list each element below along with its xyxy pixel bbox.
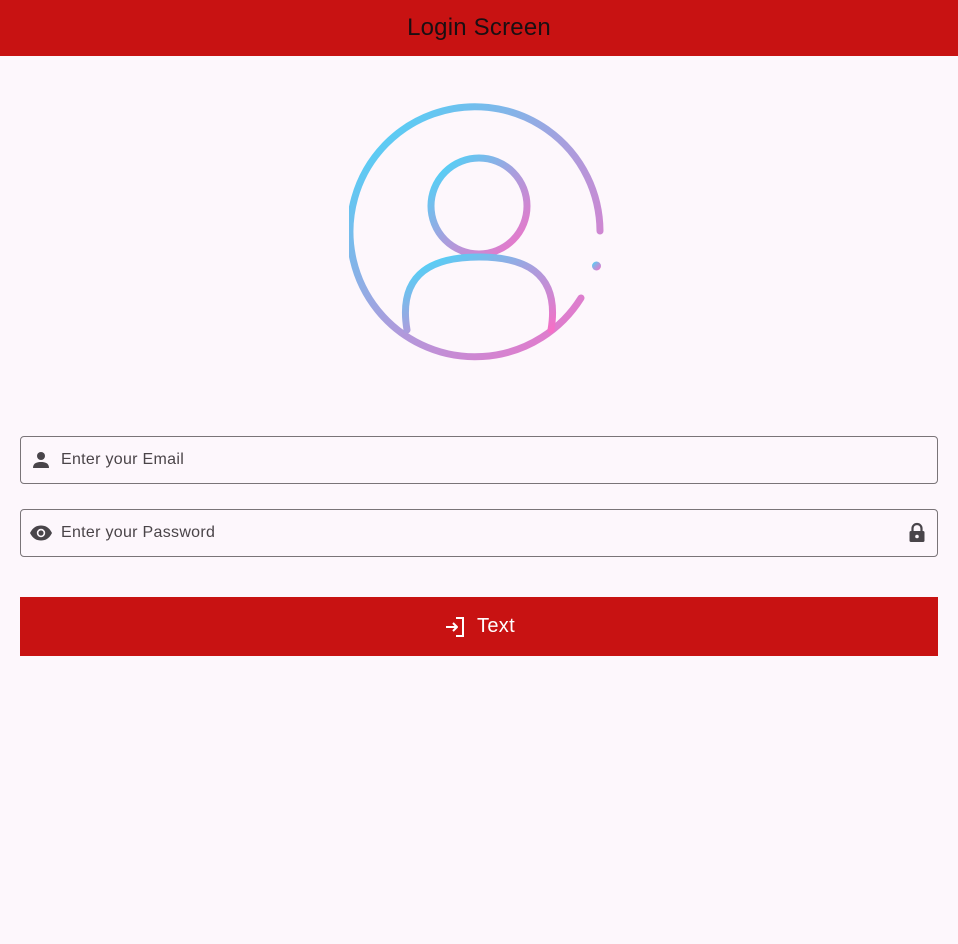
- login-button[interactable]: Text: [20, 597, 938, 656]
- page-title: Login Screen: [407, 14, 551, 41]
- eye-icon[interactable]: [29, 521, 53, 545]
- email-input[interactable]: [61, 437, 881, 483]
- email-field[interactable]: [20, 436, 938, 484]
- login-button-label: Text: [477, 615, 515, 637]
- password-input[interactable]: [61, 510, 881, 556]
- app-bar: Login Screen: [0, 0, 958, 56]
- login-icon: [443, 615, 467, 639]
- person-icon: [29, 448, 53, 472]
- lock-icon: [905, 521, 929, 545]
- password-field[interactable]: [20, 509, 938, 557]
- user-circle-icon: [349, 102, 609, 362]
